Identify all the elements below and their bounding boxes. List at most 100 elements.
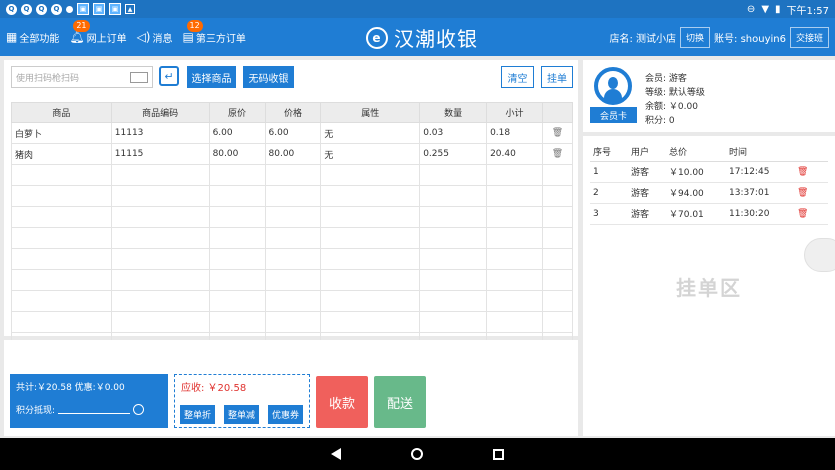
notification-icons: Q Q Q Q ▣ ▣ ▣ ▲ bbox=[6, 3, 135, 15]
cell-code: 11115 bbox=[110, 143, 210, 165]
points-input[interactable] bbox=[58, 406, 131, 414]
header-nav: ▦ 全部功能 🔔︎ 21 网上订单 ◁) 消息 ▤ 12 第三方订单 bbox=[6, 19, 246, 45]
third-party-badge: 12 bbox=[186, 19, 203, 32]
trash-icon[interactable]: 🗑︎ bbox=[542, 122, 573, 144]
cell-subtotal: 0.18 bbox=[486, 122, 543, 144]
pending-header-row: 序号 用户 总价 时间 bbox=[590, 142, 828, 162]
home-icon[interactable] bbox=[411, 448, 423, 460]
collect-payment-button[interactable]: 收款 bbox=[316, 376, 368, 428]
switch-store-button[interactable]: 切换 bbox=[680, 26, 711, 48]
delivery-button[interactable]: 配送 bbox=[374, 376, 426, 428]
trash-icon[interactable]: 🗑︎ bbox=[542, 143, 573, 165]
cell-total: ￥94.00 bbox=[666, 182, 726, 204]
battery-icon: ▮ bbox=[775, 3, 781, 15]
clock: 下午1:57 bbox=[786, 5, 829, 17]
pending-area-watermark: 挂单区 bbox=[676, 276, 742, 300]
clear-button[interactable]: 清空 bbox=[501, 66, 534, 88]
online-orders-badge: 21 bbox=[73, 19, 90, 32]
empty-row bbox=[11, 290, 573, 312]
cell-goods: 猪肉 bbox=[11, 143, 112, 165]
bell-icon: 🔔︎ bbox=[69, 30, 85, 44]
cell-quantity[interactable]: 0.255 bbox=[419, 143, 488, 165]
back-icon[interactable] bbox=[331, 448, 341, 460]
trash-icon[interactable]: 🗑︎ bbox=[794, 203, 828, 225]
cell-user: 游客 bbox=[628, 203, 666, 225]
qq-icon: Q bbox=[51, 3, 62, 15]
member-level: 等级: 默认等级 bbox=[645, 88, 705, 98]
select-goods-button[interactable]: 选择商品 bbox=[187, 66, 236, 88]
scan-input[interactable]: 使用扫码枪扫码 bbox=[11, 66, 153, 88]
nav-messages[interactable]: ◁) 消息 bbox=[137, 30, 173, 45]
keyboard-icon[interactable] bbox=[130, 72, 148, 83]
totals-summary: 共计:￥20.58 优惠:￥0.00 bbox=[16, 383, 125, 393]
order-discount-button[interactable]: 整单折 bbox=[180, 405, 216, 424]
cell-goods: 白萝卜 bbox=[11, 122, 112, 144]
cell-quantity[interactable]: 0.03 bbox=[419, 122, 488, 144]
member-info: 会员: 游客 等级: 默认等级 余额: ￥0.00 积分: 0 bbox=[645, 72, 705, 128]
member-points: 积分: 0 bbox=[645, 116, 675, 126]
cell-price: 80.00 bbox=[264, 143, 322, 165]
nav-online-orders[interactable]: 🔔︎ 21 网上订单 bbox=[69, 19, 127, 45]
floating-assistive-button[interactable] bbox=[804, 238, 835, 272]
nav-label: 网上订单 bbox=[86, 33, 127, 45]
table-row[interactable]: 2 游客 ￥94.00 13:37:01 🗑︎ bbox=[590, 182, 828, 204]
order-reduce-button[interactable]: 整单减 bbox=[224, 405, 260, 424]
empty-row bbox=[11, 227, 573, 249]
table-row[interactable]: 3 游客 ￥70.01 11:30:20 🗑︎ bbox=[590, 203, 828, 225]
nav-label: 第三方订单 bbox=[195, 33, 246, 45]
member-card-button[interactable]: 会员卡 bbox=[590, 107, 637, 123]
due-box: 应收: ￥20.58 整单折 整单减 优惠券 bbox=[174, 374, 310, 428]
empty-row bbox=[11, 269, 573, 291]
nav-label: 全部功能 bbox=[19, 33, 60, 45]
empty-row bbox=[11, 248, 573, 270]
totals-box: 共计:￥20.58 优惠:￥0.00 积分抵现: bbox=[10, 374, 168, 428]
col-quantity: 数量 bbox=[419, 102, 488, 123]
col-action bbox=[542, 102, 573, 123]
goods-panel: 使用扫码枪扫码 ↵ 选择商品 无码收银 清空 挂单 商品 商品编码 原价 价格 … bbox=[4, 60, 578, 354]
table-row[interactable]: 白萝卜 11113 6.00 6.00 无 0.03 0.18 🗑︎ bbox=[11, 122, 573, 144]
cell-original-price: 80.00 bbox=[208, 143, 266, 165]
handover-button[interactable]: 交接班 bbox=[789, 26, 829, 48]
qq-icon: Q bbox=[6, 3, 17, 15]
store-name: 店名: 测试小店 bbox=[609, 33, 677, 45]
cell-time: 17:12:45 bbox=[726, 161, 794, 183]
nav-all-functions[interactable]: ▦ 全部功能 bbox=[6, 30, 59, 45]
status-right: ⊖ ▼ ▮ 下午1:57 bbox=[747, 2, 829, 17]
points-toggle-icon[interactable] bbox=[133, 404, 145, 415]
pending-orders-panel: 序号 用户 总价 时间 1 游客 ￥10.00 17:12:45 🗑︎ 2 游客… bbox=[583, 136, 835, 436]
nav-third-party-orders[interactable]: ▤ 12 第三方订单 bbox=[183, 19, 246, 45]
col-goods: 商品 bbox=[11, 102, 112, 123]
trash-icon[interactable]: 🗑︎ bbox=[794, 182, 828, 204]
empty-row bbox=[11, 206, 573, 228]
empty-row bbox=[11, 164, 573, 186]
account-name: 账号: shouyin6 bbox=[714, 33, 786, 45]
enter-icon[interactable]: ↵ bbox=[159, 66, 179, 86]
scan-placeholder: 使用扫码枪扫码 bbox=[16, 73, 80, 84]
speaker-icon: ◁) bbox=[136, 30, 151, 44]
dot-icon bbox=[66, 5, 73, 13]
empty-row bbox=[11, 185, 573, 207]
recent-apps-icon[interactable] bbox=[493, 448, 504, 460]
table-row[interactable]: 猪肉 11115 80.00 80.00 无 0.255 20.40 🗑︎ bbox=[11, 143, 573, 165]
coupon-button[interactable]: 优惠券 bbox=[268, 405, 304, 424]
cell-user: 游客 bbox=[628, 161, 666, 183]
hang-order-button[interactable]: 挂单 bbox=[541, 66, 573, 88]
trash-icon[interactable]: 🗑︎ bbox=[794, 161, 828, 183]
cell-attribute: 无 bbox=[320, 122, 421, 144]
brand-logo: e 汉潮收银 bbox=[366, 23, 478, 52]
avatar-user-icon bbox=[598, 71, 628, 103]
app-icon: ▣ bbox=[93, 3, 105, 15]
empty-row bbox=[11, 311, 573, 333]
no-code-checkout-button[interactable]: 无码收银 bbox=[243, 66, 294, 88]
checkout-panel: 共计:￥20.58 优惠:￥0.00 积分抵现: 应收: ￥20.58 整单折 … bbox=[4, 340, 578, 436]
cell-total: ￥70.01 bbox=[666, 203, 726, 225]
cell-subtotal: 20.40 bbox=[486, 143, 543, 165]
cell-price: 6.00 bbox=[264, 122, 322, 144]
table-row[interactable]: 1 游客 ￥10.00 17:12:45 🗑︎ bbox=[590, 161, 828, 183]
cell-no: 3 bbox=[590, 203, 628, 225]
cell-attribute: 无 bbox=[320, 143, 421, 165]
goods-table: 商品 商品编码 原价 价格 属性 数量 小计 白萝卜 11113 6.00 6.… bbox=[11, 102, 573, 354]
avatar bbox=[594, 67, 632, 105]
android-status-bar: Q Q Q Q ▣ ▣ ▣ ▲ ⊖ ▼ ▮ 下午1:57 bbox=[0, 0, 835, 18]
grid-icon: ▦ bbox=[6, 30, 18, 44]
